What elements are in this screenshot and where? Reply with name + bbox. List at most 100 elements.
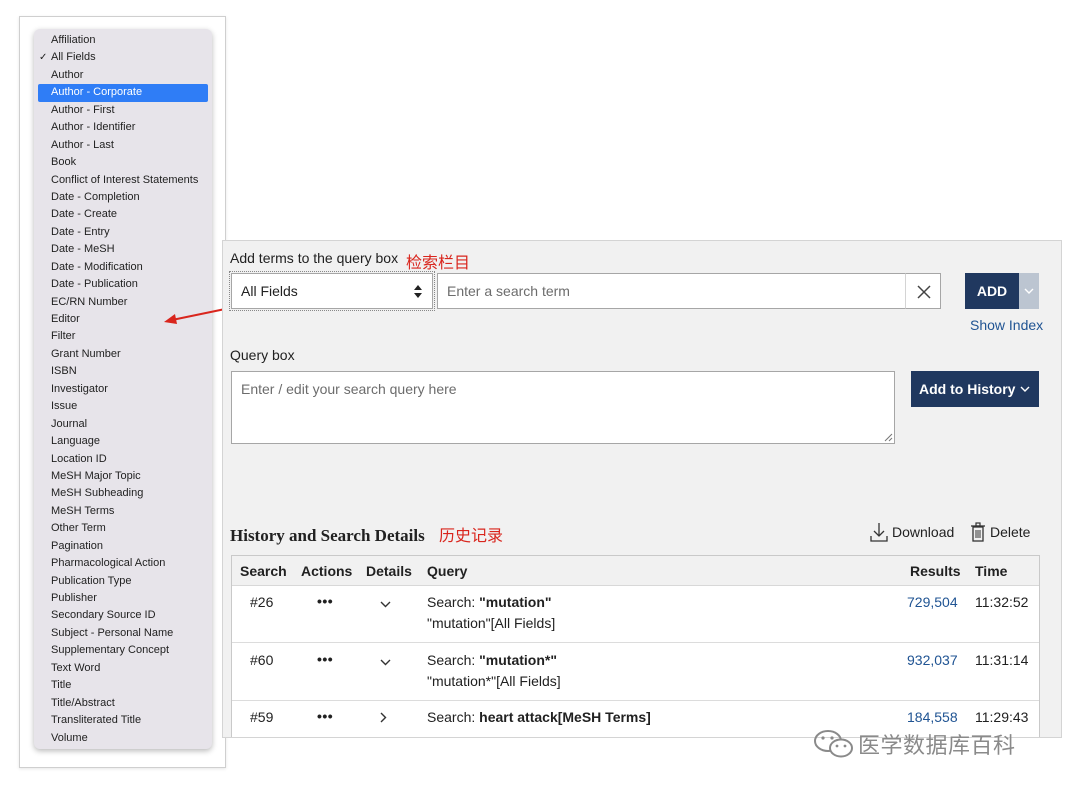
- field-option[interactable]: Date - Create: [34, 206, 212, 223]
- field-option[interactable]: Language: [34, 433, 212, 450]
- field-option[interactable]: ✓ All Fields: [34, 49, 212, 66]
- field-option-label: Author - First: [51, 103, 115, 116]
- chevron-down-icon[interactable]: [380, 595, 391, 611]
- advanced-search-panel: Add terms to the query box 检索栏目 All Fiel…: [222, 240, 1062, 738]
- field-option[interactable]: Text Word: [34, 660, 212, 677]
- field-option-label: Language: [51, 435, 100, 448]
- field-option-label: Date - Publication: [51, 278, 138, 291]
- delete-button[interactable]: Delete: [970, 522, 1030, 542]
- field-option[interactable]: Date - Completion: [34, 189, 212, 206]
- field-option[interactable]: Date - Entry: [34, 224, 212, 241]
- actions-menu-button[interactable]: •••: [317, 593, 333, 609]
- field-option[interactable]: Date - Modification: [34, 259, 212, 276]
- field-option-label: Investigator: [51, 382, 108, 395]
- field-select[interactable]: All Fields: [229, 271, 435, 311]
- clear-term-button[interactable]: [905, 273, 941, 309]
- field-option-label: Date - Completion: [51, 190, 140, 203]
- field-option[interactable]: Author - Identifier: [34, 119, 212, 136]
- actions-menu-button[interactable]: •••: [317, 651, 333, 667]
- col-time: Time: [975, 563, 1008, 579]
- search-term-input[interactable]: Enter a search term: [437, 273, 905, 309]
- field-option-label: Publisher: [51, 592, 97, 604]
- col-query: Query: [427, 563, 468, 579]
- field-select-value: All Fields: [241, 283, 298, 299]
- field-option[interactable]: Author: [34, 67, 212, 84]
- history-title-text: History and Search Details: [230, 526, 425, 545]
- results-link[interactable]: 932,037: [907, 652, 958, 668]
- query-box-label: Query box: [230, 347, 295, 363]
- show-index-link[interactable]: Show Index: [970, 317, 1043, 333]
- results-link[interactable]: 729,504: [907, 594, 958, 610]
- field-option-label: Supplementary Concept: [51, 644, 170, 657]
- wechat-logo-icon: [814, 730, 853, 758]
- field-option[interactable]: MeSH Subheading: [34, 485, 212, 502]
- add-button[interactable]: ADD: [965, 273, 1019, 309]
- field-option-label: Affiliation: [51, 34, 96, 46]
- field-option[interactable]: Conflict of Interest Statements: [34, 172, 212, 189]
- field-option[interactable]: Title: [34, 677, 212, 694]
- query-detail: "mutation*"[All Fields]: [427, 673, 561, 689]
- download-button[interactable]: Download: [870, 522, 954, 542]
- field-option[interactable]: Author - Last: [34, 137, 212, 154]
- field-option[interactable]: Publisher: [34, 590, 212, 607]
- field-option[interactable]: Date - Publication: [34, 276, 212, 293]
- field-option-label: Conflict of Interest Statements: [51, 173, 199, 186]
- add-options-button[interactable]: [1019, 273, 1039, 309]
- actions-menu-button[interactable]: •••: [317, 708, 333, 724]
- field-option[interactable]: Grant Number: [34, 346, 212, 363]
- field-option-label: Title: [51, 679, 72, 692]
- field-option[interactable]: MeSH Terms: [34, 503, 212, 520]
- field-option[interactable]: Pagination: [34, 538, 212, 555]
- field-option-label: Location ID: [51, 452, 107, 465]
- field-option[interactable]: ISBN: [34, 363, 212, 380]
- search-time: 11:31:14: [975, 652, 1029, 668]
- field-option[interactable]: Author - Corporate: [38, 84, 208, 102]
- field-option[interactable]: Location ID: [34, 451, 212, 468]
- field-option[interactable]: Date - MeSH: [34, 241, 212, 258]
- download-icon: [870, 523, 888, 542]
- field-option-label: Volume: [51, 731, 88, 744]
- field-option[interactable]: Subject - Personal Name: [34, 625, 212, 642]
- add-terms-annotation: 检索栏目: [406, 253, 471, 272]
- col-search[interactable]: Search: [240, 556, 287, 586]
- field-option[interactable]: Other Term: [34, 520, 212, 537]
- field-dropdown-frame: Affiliation ✓ All Fields Author Author - Cor…: [19, 16, 226, 768]
- field-option[interactable]: Investigator: [34, 381, 212, 398]
- field-option[interactable]: Secondary Source ID: [34, 607, 212, 624]
- query-prefix: Search:: [427, 652, 480, 668]
- search-term-placeholder: Enter a search term: [447, 283, 570, 299]
- field-option[interactable]: MeSH Major Topic: [34, 468, 212, 485]
- query-box-placeholder: Enter / edit your search query here: [241, 381, 457, 397]
- search-time: 11:32:52: [975, 594, 1029, 610]
- add-terms-label: Add terms to the query box: [230, 250, 399, 266]
- field-dropdown-list: Affiliation ✓ All Fields Author Author - Cor…: [34, 29, 212, 749]
- add-to-history-button[interactable]: Add to History: [911, 371, 1039, 407]
- query-box-textarea[interactable]: Enter / edit your search query here: [231, 371, 895, 444]
- field-option-label: Book: [51, 156, 77, 169]
- resize-grip-icon[interactable]: [884, 433, 893, 442]
- field-option[interactable]: Publication Type: [34, 573, 212, 590]
- field-option[interactable]: Supplementary Concept: [34, 642, 212, 659]
- field-option-label: Secondary Source ID: [51, 609, 156, 622]
- field-option[interactable]: Volume: [34, 730, 212, 747]
- col-actions: Actions: [301, 563, 353, 579]
- field-option[interactable]: Filter: [34, 328, 212, 345]
- field-option[interactable]: Author - First: [34, 102, 212, 119]
- field-option[interactable]: Pharmacological Action: [34, 555, 212, 572]
- history-row: #26 ••• Search: "mutation" "mutation"[All F…: [232, 586, 1039, 643]
- results-link[interactable]: 184,558: [907, 709, 958, 725]
- field-option[interactable]: Transliterated Title: [34, 712, 212, 729]
- field-option[interactable]: Title/Abstract: [34, 695, 212, 712]
- chevron-down-icon[interactable]: [380, 653, 391, 669]
- query-prefix: Search:: [427, 594, 480, 610]
- field-option[interactable]: Book: [34, 154, 212, 171]
- chevron-down-icon: [1020, 386, 1030, 392]
- search-number: #59: [250, 709, 274, 725]
- field-option-label: ISBN: [51, 365, 77, 378]
- field-option-label: Issue: [51, 400, 78, 413]
- field-option[interactable]: Affiliation: [34, 32, 212, 49]
- field-option-label: MeSH Terms: [51, 504, 115, 517]
- field-option[interactable]: Journal: [34, 416, 212, 433]
- field-option[interactable]: Issue: [34, 398, 212, 415]
- chevron-right-icon[interactable]: [380, 710, 387, 726]
